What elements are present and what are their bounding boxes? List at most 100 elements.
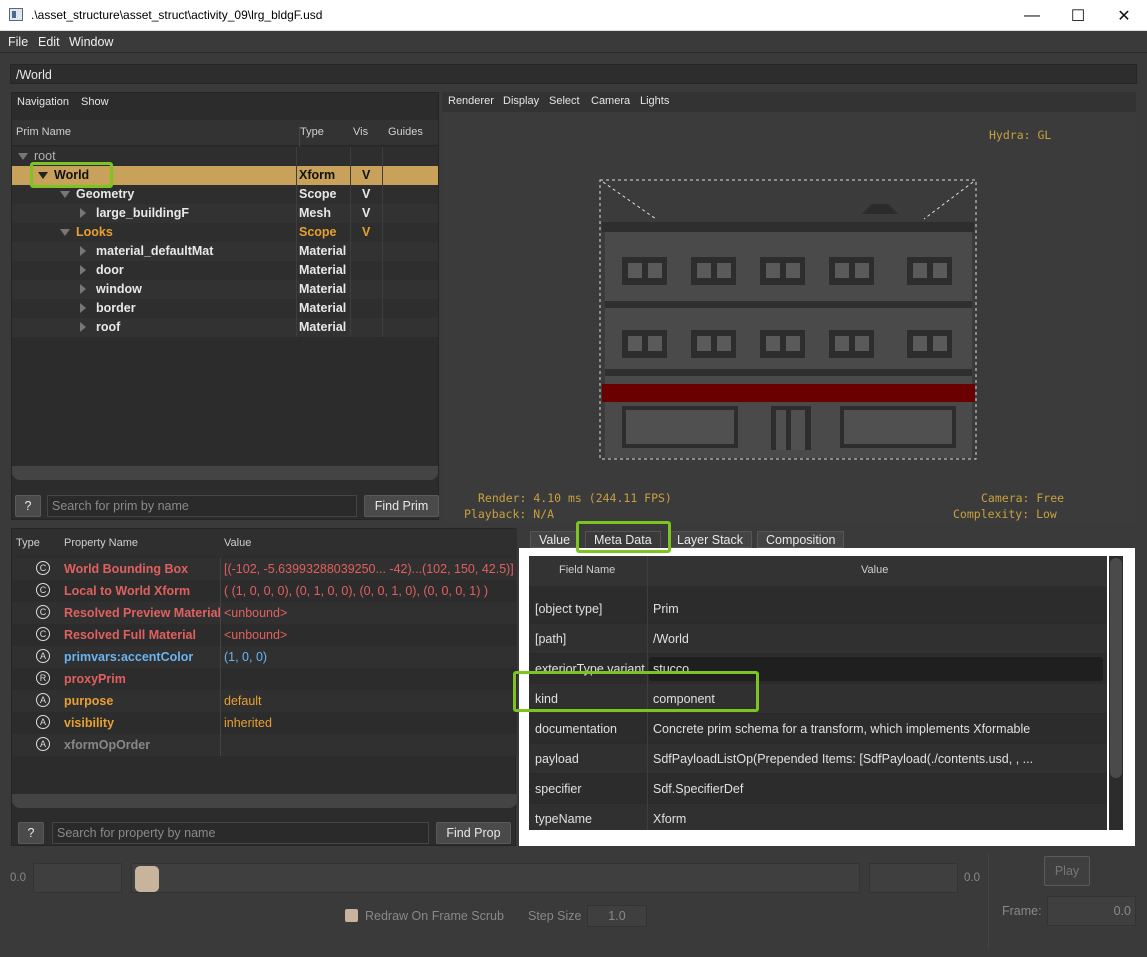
col-type[interactable]: Type	[16, 537, 40, 549]
window-pane	[786, 336, 800, 351]
col-field-name[interactable]: Field Name	[559, 564, 615, 576]
expand-arrow-icon[interactable]	[80, 208, 86, 218]
menu-show[interactable]: Show	[81, 96, 109, 108]
metadata-row-objecttype[interactable]: [object type] Prim	[529, 594, 1107, 624]
start-frame-field[interactable]	[33, 863, 122, 893]
metadata-row-typename[interactable]: typeName Xform	[529, 804, 1107, 830]
metadata-row-documentation[interactable]: documentation Concrete prim schema for a …	[529, 714, 1107, 744]
property-row[interactable]: Apurpose default	[12, 690, 517, 712]
metadata-row-payload[interactable]: payload SdfPayloadListOp(Prepended Items:…	[529, 744, 1107, 774]
window-pane	[913, 336, 927, 351]
col-value[interactable]: Value	[224, 537, 251, 549]
tree-row-material_defaultMat[interactable]: material_defaultMat Material	[12, 242, 438, 261]
prim-name: border	[96, 301, 136, 315]
menu-camera[interactable]: Camera	[591, 95, 630, 107]
prim-vis[interactable]: V	[362, 225, 370, 239]
menu-select[interactable]: Select	[549, 95, 580, 107]
collapse-arrow-icon[interactable]	[60, 229, 70, 236]
prim-type: Material	[299, 263, 347, 277]
property-search-input[interactable]: Search for property by name	[52, 822, 429, 844]
menu-edit[interactable]: Edit	[38, 35, 60, 49]
title-bar: .\asset_structure\asset_struct\activity_…	[0, 0, 1147, 31]
tree-row-large_buildingF[interactable]: large_buildingF Mesh V	[12, 204, 438, 223]
menu-lights[interactable]: Lights	[640, 95, 669, 107]
frame-slider-handle[interactable]	[135, 866, 159, 892]
redraw-checkbox[interactable]	[345, 909, 358, 922]
frame-slider[interactable]	[131, 863, 860, 893]
property-name: Resolved Preview Material	[64, 606, 222, 620]
frame-label: Frame:	[1002, 904, 1042, 918]
col-type-label: Type	[300, 126, 324, 138]
menu-window[interactable]: Window	[69, 35, 113, 49]
step-size-field[interactable]: 1.0	[587, 905, 647, 927]
col-property-name[interactable]: Property Name	[64, 537, 138, 549]
play-button[interactable]: Play	[1044, 856, 1090, 886]
property-row[interactable]: Avisibility inherited	[12, 712, 517, 734]
metadata-scrollbar-thumb[interactable]	[1110, 558, 1122, 778]
col-vis[interactable]: Vis	[353, 126, 368, 138]
property-header: Type Property Name Value	[12, 529, 517, 557]
menu-renderer[interactable]: Renderer	[448, 95, 494, 107]
prim-tree: root World Xform V Geometry Scope Vlarge_build…	[12, 147, 438, 467]
maximize-button[interactable]: ☐	[1055, 0, 1101, 31]
col-prim-name[interactable]: Prim Name	[16, 126, 71, 138]
expand-arrow-icon[interactable]	[80, 322, 86, 332]
tree-scrollbar[interactable]	[12, 466, 438, 480]
tree-row-door[interactable]: door Material	[12, 261, 438, 280]
metadata-row-specifier[interactable]: specifier Sdf.SpecifierDef	[529, 774, 1107, 804]
storefront-right	[844, 410, 952, 444]
expand-arrow-icon[interactable]	[80, 284, 86, 294]
property-row[interactable]: C Resolved Full Material <unbound>	[12, 624, 517, 646]
tab-layer-stack[interactable]: Layer Stack	[668, 531, 753, 548]
collapse-arrow-icon[interactable]	[60, 191, 70, 198]
property-row[interactable]: RproxyPrim	[12, 668, 517, 690]
tree-row-border[interactable]: border Material	[12, 299, 438, 318]
property-row[interactable]: AxformOpOrder	[12, 734, 517, 756]
prim-vis[interactable]: V	[362, 168, 370, 182]
col-md-value[interactable]: Value	[861, 564, 888, 576]
end-frame-field[interactable]	[869, 863, 958, 893]
collapse-arrow-icon[interactable]	[18, 153, 28, 160]
property-type-icon: A	[36, 737, 50, 751]
menu-file[interactable]: File	[8, 35, 28, 49]
find-prop-button[interactable]: Find Prop	[436, 822, 511, 844]
prim-type: Material	[299, 320, 347, 334]
property-row[interactable]: Aprimvars:accentColor (1, 0, 0)	[12, 646, 517, 668]
tab-value[interactable]: Value	[530, 531, 580, 548]
property-scrollbar[interactable]	[12, 794, 517, 808]
prim-search-input[interactable]: Search for prim by name	[47, 495, 357, 517]
property-row[interactable]: C Resolved Preview Material <unbound>	[12, 602, 517, 624]
menu-navigation[interactable]: Navigation	[17, 96, 69, 108]
frame-field[interactable]: 0.0	[1047, 896, 1136, 926]
metadata-row-path[interactable]: [path] /World	[529, 624, 1107, 654]
prim-name: material_defaultMat	[96, 244, 214, 258]
prop-help-button[interactable]: ?	[18, 822, 44, 844]
building-render[interactable]	[442, 112, 1136, 522]
camera-stats: Camera: Free	[981, 491, 1065, 505]
prim-name: window	[96, 282, 142, 296]
complexity-stats: Complexity: Low	[953, 507, 1057, 521]
property-row[interactable]: C World Bounding Box [(-102, -5.6399328803…	[12, 558, 517, 580]
prim-path-field[interactable]: /World	[10, 64, 1137, 84]
property-type-icon: R	[36, 671, 50, 685]
tab-composition[interactable]: Composition	[757, 531, 845, 548]
close-button[interactable]: ✕	[1101, 0, 1147, 31]
tree-row-window[interactable]: window Material	[12, 280, 438, 299]
expand-arrow-icon[interactable]	[80, 265, 86, 275]
menu-display[interactable]: Display	[503, 95, 539, 107]
window-pane	[648, 336, 662, 351]
expand-arrow-icon[interactable]	[80, 303, 86, 313]
expand-arrow-icon[interactable]	[80, 246, 86, 256]
property-row[interactable]: C Local to World Xform ( (1, 0, 0, 0), (0,…	[12, 580, 517, 602]
tree-row-roof[interactable]: roof Material	[12, 318, 438, 337]
find-prim-button[interactable]: Find Prim	[364, 495, 439, 517]
prim-help-button[interactable]: ?	[15, 495, 41, 517]
prim-vis[interactable]: V	[362, 206, 370, 220]
minimize-button[interactable]: —	[1009, 0, 1055, 31]
prim-vis[interactable]: V	[362, 187, 370, 201]
property-name: World Bounding Box	[64, 562, 189, 576]
col-guides[interactable]: Guides	[388, 126, 423, 138]
tree-row-Looks[interactable]: Looks Scope V	[12, 223, 438, 242]
metadata-value: Sdf.SpecifierDef	[653, 782, 744, 796]
property-name: Local to World Xform	[64, 584, 191, 598]
